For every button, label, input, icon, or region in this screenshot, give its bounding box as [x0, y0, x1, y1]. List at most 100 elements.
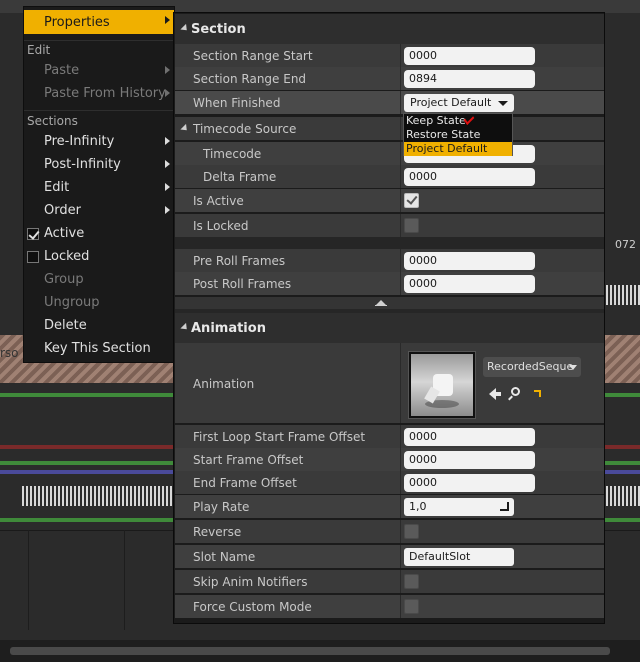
submenu-arrow-icon: [165, 160, 170, 168]
column-separator: [400, 189, 401, 212]
browse-asset-icon[interactable]: [534, 390, 541, 397]
menu-item-properties[interactable]: Properties: [24, 10, 174, 34]
column-separator: [400, 471, 401, 494]
pre-roll-frames-input[interactable]: 0000: [404, 252, 535, 270]
menu-item-group[interactable]: Group: [24, 269, 174, 291]
advanced-collapse-button[interactable]: [175, 297, 604, 309]
menu-item-label: Paste From History: [44, 86, 166, 101]
menu-item-active[interactable]: Active: [24, 223, 174, 245]
category-title: Animation: [191, 321, 266, 336]
asset-name: RecordedSeque: [487, 360, 574, 373]
menu-item-label: Group: [44, 272, 84, 287]
menu-item-label: Active: [44, 226, 85, 241]
menu-item-order[interactable]: Order: [24, 200, 174, 222]
option-label: Restore State: [406, 128, 481, 141]
collapse-triangle-icon: [180, 23, 190, 34]
section-range-start-input[interactable]: 0000: [404, 47, 535, 65]
arrow-tail: [495, 392, 501, 396]
option-keep-state[interactable]: Keep State: [404, 112, 512, 128]
column-separator: [400, 249, 401, 272]
active-checkbox[interactable]: [27, 228, 39, 240]
track-label-partial: rso: [0, 346, 19, 360]
submenu-arrow-icon: [165, 137, 170, 145]
browse-search-icon[interactable]: [511, 387, 520, 396]
property-label: Reverse: [193, 525, 242, 539]
animation-thumbnail[interactable]: [408, 351, 476, 419]
column-separator: [400, 545, 401, 568]
delta-frame-input[interactable]: 0000: [404, 168, 535, 186]
property-row-post-roll-frames: Post Roll Frames 0000: [175, 272, 604, 295]
thumbnail-image: [411, 354, 473, 416]
drag-handle-icon[interactable]: [500, 502, 509, 511]
category-title: Section: [191, 22, 246, 37]
option-project-default[interactable]: Project Default: [404, 142, 512, 156]
menu-item-paste-from-history[interactable]: Paste From History: [24, 83, 174, 105]
property-label: Pre Roll Frames: [193, 254, 286, 268]
property-label: Section Range End: [193, 72, 307, 86]
column-separator: [400, 272, 401, 295]
property-row-section-range-start: Section Range Start 0000: [175, 44, 604, 67]
menu-item-label: Ungroup: [44, 295, 100, 310]
submenu-arrow-icon: [165, 66, 170, 74]
category-section-header[interactable]: Section: [175, 14, 604, 44]
start-frame-offset-input[interactable]: 0000: [404, 451, 535, 469]
section-context-menu: Properties Edit Paste Paste From History…: [23, 6, 175, 363]
slot-name-input[interactable]: DefaultSlot: [404, 548, 514, 566]
column-separator: [400, 165, 401, 188]
column-separator: [400, 44, 401, 67]
menu-item-delete[interactable]: Delete: [24, 315, 174, 337]
column-separator: [400, 142, 401, 165]
post-roll-frames-input[interactable]: 0000: [404, 275, 535, 293]
column-separator: [400, 570, 401, 593]
menu-item-ungroup[interactable]: Ungroup: [24, 292, 174, 314]
reverse-checkbox[interactable]: [404, 524, 419, 539]
property-row-is-locked: Is Locked: [175, 214, 604, 237]
play-rate-input[interactable]: 1,0: [404, 498, 514, 516]
when-finished-dropdown[interactable]: Project Default: [404, 94, 514, 112]
menu-item-label: Key This Section: [44, 341, 151, 356]
submenu-arrow-icon: [165, 16, 170, 24]
property-row-timecode-source: Timecode Source: [175, 117, 604, 140]
collapse-triangle-icon[interactable]: [180, 123, 190, 134]
menu-item-pre-infinity[interactable]: Pre-Infinity: [24, 131, 174, 153]
option-label: Project Default: [406, 142, 488, 155]
first-loop-offset-input[interactable]: 0000: [404, 428, 535, 446]
property-label: Animation: [193, 377, 255, 391]
animation-asset-combo[interactable]: RecordedSeque: [483, 357, 581, 377]
menu-item-label: Order: [44, 203, 81, 218]
property-label: Play Rate: [193, 500, 250, 514]
force-custom-mode-checkbox[interactable]: [404, 599, 419, 614]
locked-checkbox[interactable]: [27, 251, 39, 263]
property-label: Start Frame Offset: [193, 453, 304, 467]
search-handle: [508, 395, 513, 401]
dropdown-arrow-icon: [498, 101, 508, 106]
menu-item-key-this-section[interactable]: Key This Section: [24, 338, 174, 360]
column-separator: [400, 67, 401, 90]
menu-item-post-infinity[interactable]: Post-Infinity: [24, 154, 174, 176]
is-locked-checkbox[interactable]: [404, 218, 419, 233]
property-label: Delta Frame: [203, 170, 277, 184]
dropdown-arrow-icon: [569, 365, 577, 370]
when-finished-options-list: Keep State Restore State Project Default: [403, 112, 513, 156]
menu-divider: [24, 40, 174, 41]
property-label: Timecode: [203, 147, 262, 161]
property-row-first-loop-offset: First Loop Start Frame Offset 0000: [175, 425, 604, 448]
menu-item-locked[interactable]: Locked: [24, 246, 174, 268]
menu-divider: [24, 110, 174, 111]
timeline-scrollbar[interactable]: [10, 647, 610, 655]
skip-anim-notifiers-checkbox[interactable]: [404, 574, 419, 589]
play-rate-value: 1,0: [409, 500, 427, 513]
category-animation-header[interactable]: Animation: [175, 313, 604, 343]
menu-item-edit[interactable]: Edit: [24, 177, 174, 199]
option-restore-state[interactable]: Restore State: [404, 128, 512, 142]
dropdown-value: Project Default: [410, 96, 492, 109]
menu-item-paste[interactable]: Paste: [24, 60, 174, 82]
property-label: Slot Name: [193, 550, 256, 564]
is-active-checkbox[interactable]: [404, 193, 419, 208]
column-separator: [400, 214, 401, 237]
property-label: Timecode Source: [193, 122, 297, 136]
column-separator: [400, 520, 401, 543]
end-frame-offset-input[interactable]: 0000: [404, 474, 535, 492]
section-range-end-input[interactable]: 0894: [404, 70, 535, 88]
property-row-reverse: Reverse: [175, 520, 604, 543]
